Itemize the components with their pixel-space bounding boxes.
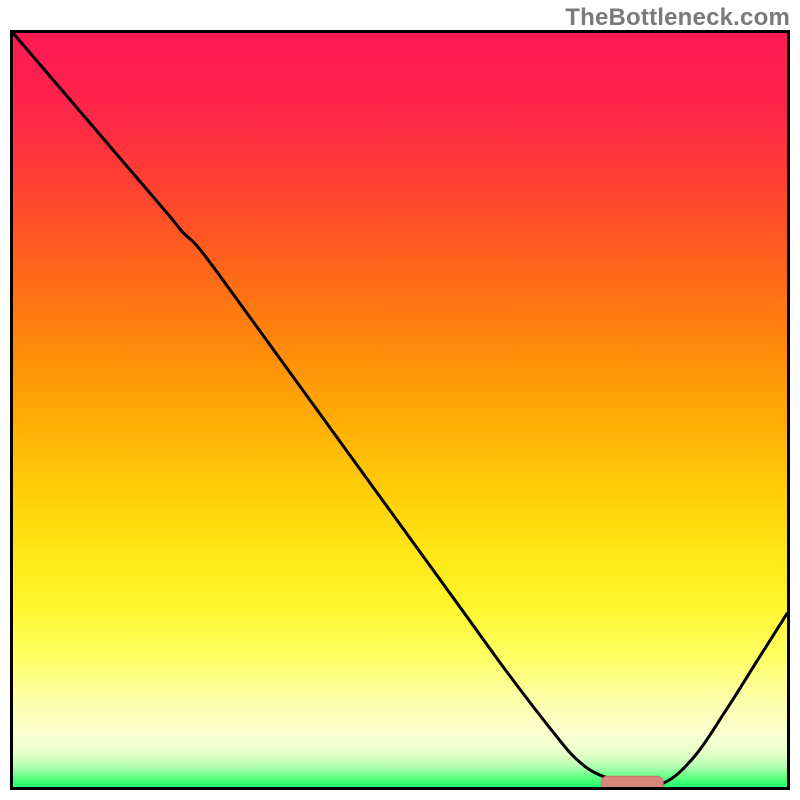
bottleneck-curve (13, 33, 787, 786)
curve-layer (13, 33, 787, 787)
watermark-label: TheBottleneck.com (565, 4, 790, 32)
chart-frame: TheBottleneck.com (0, 0, 800, 800)
plot-area (10, 30, 790, 790)
optimal-range-marker (601, 776, 663, 787)
